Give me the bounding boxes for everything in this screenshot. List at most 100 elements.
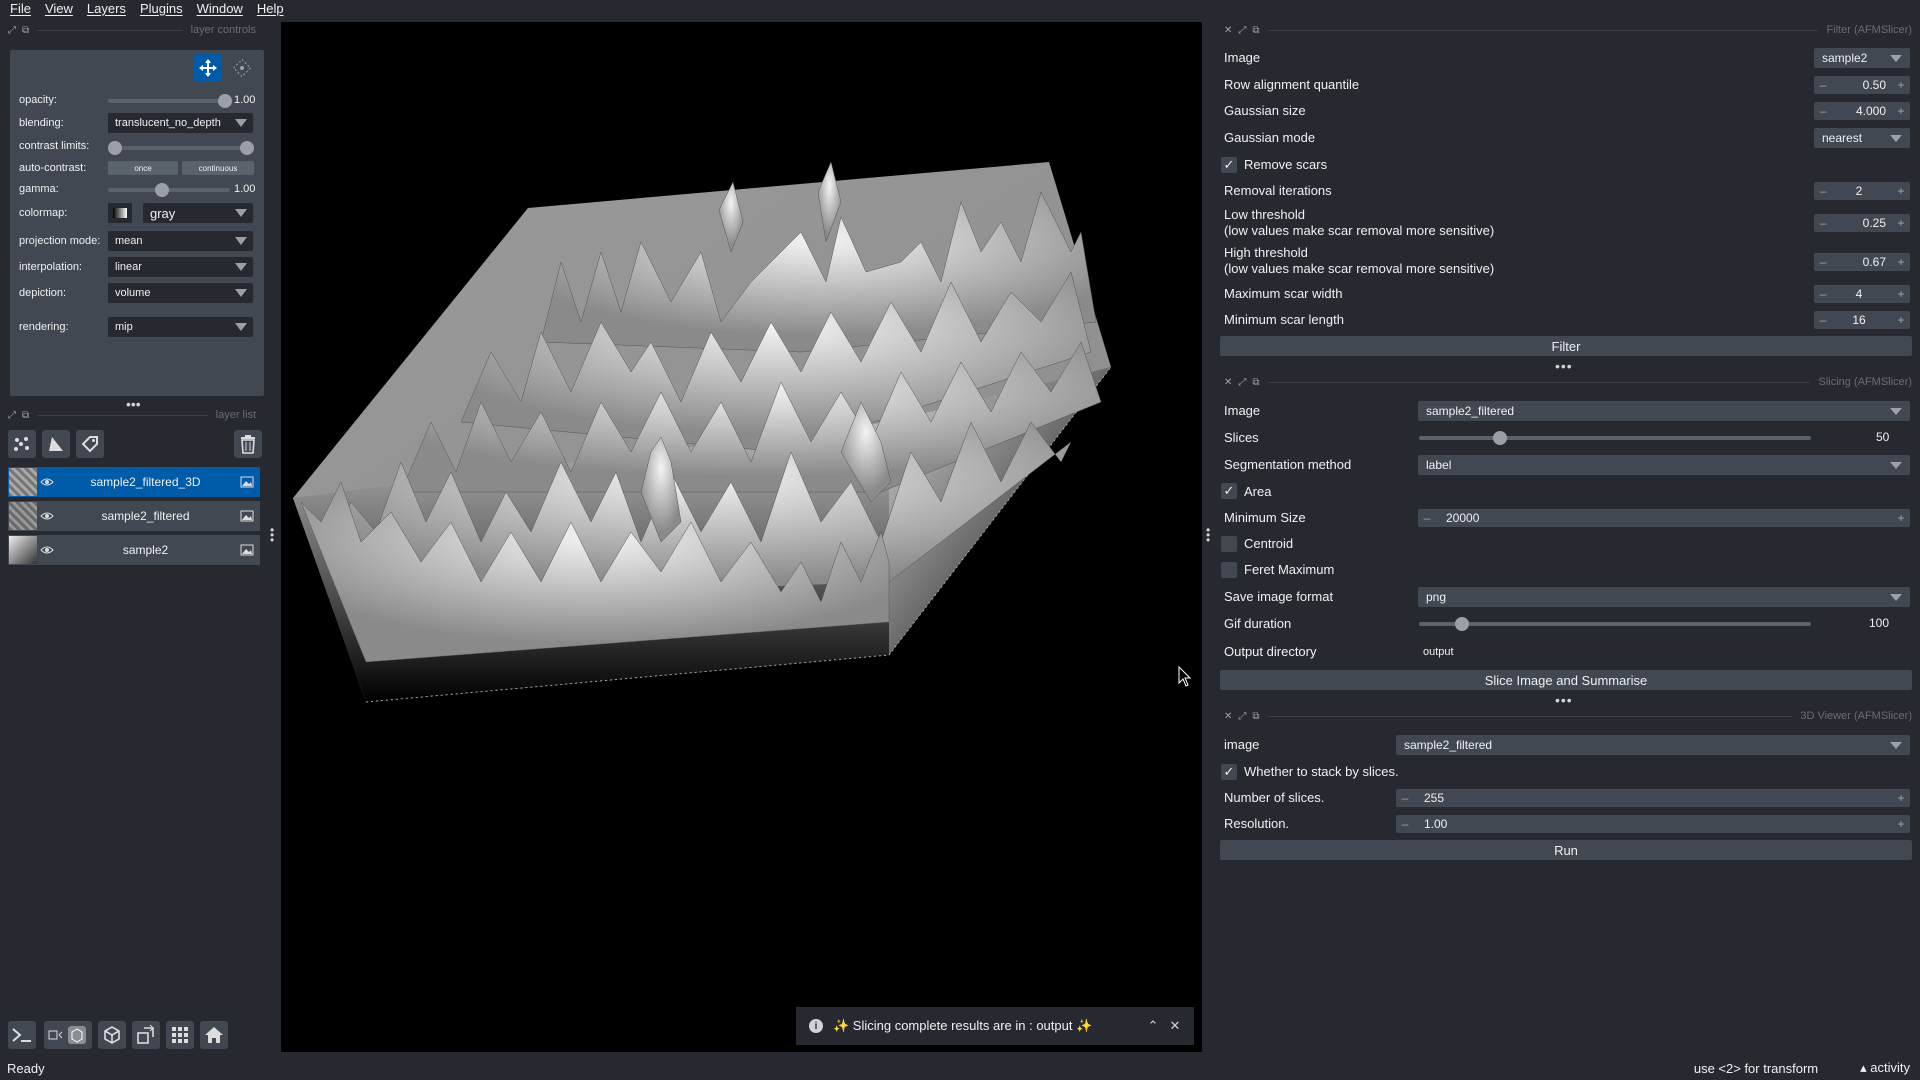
plus-icon[interactable]: + [1892, 313, 1910, 327]
area-checkbox[interactable]: ✓ [1221, 483, 1237, 499]
max-scar-width-value[interactable]: 4 [1832, 287, 1892, 301]
feret-maximum-checkbox[interactable] [1221, 562, 1237, 578]
slices-slider[interactable] [1419, 431, 1811, 445]
removal-iterations-value[interactable]: 2 [1832, 184, 1892, 198]
plus-icon[interactable]: + [1892, 817, 1910, 831]
gaussian-size-value[interactable]: 4.000 [1832, 104, 1892, 118]
minus-icon[interactable]: – [1814, 255, 1832, 269]
projection-mode-select[interactable]: mean [108, 231, 253, 251]
float-icon[interactable]: ⤢ [1238, 711, 1246, 722]
slice-and-summarise-button[interactable]: Slice Image and Summarise [1220, 670, 1912, 690]
run-button[interactable]: Run [1220, 840, 1912, 860]
layer-name[interactable]: sample2_filtered [57, 509, 234, 523]
depiction-select[interactable]: volume [108, 283, 253, 303]
gamma-slider[interactable] [108, 183, 230, 197]
visibility-toggle[interactable] [37, 536, 57, 564]
plus-icon[interactable]: + [1892, 78, 1910, 92]
gaussian-mode-select[interactable]: nearest [1814, 128, 1910, 148]
gif-duration-slider-handle[interactable] [1455, 617, 1469, 631]
minus-icon[interactable]: – [1814, 184, 1832, 198]
plus-icon[interactable]: + [1892, 216, 1910, 230]
plus-icon[interactable]: + [1892, 104, 1910, 118]
opacity-slider[interactable] [108, 94, 232, 108]
contrast-max-handle[interactable] [240, 141, 254, 155]
new-labels-layer-button[interactable] [76, 430, 104, 458]
plus-icon[interactable]: + [1892, 511, 1910, 525]
minus-icon[interactable]: – [1814, 287, 1832, 301]
blending-select[interactable]: translucent_no_depth [108, 113, 253, 133]
reset-view-button[interactable] [200, 1021, 228, 1049]
transform-button[interactable] [228, 54, 256, 82]
auto-contrast-once-button[interactable]: once [108, 161, 178, 175]
minus-icon[interactable]: – [1814, 78, 1832, 92]
minus-icon[interactable]: – [1418, 511, 1436, 525]
menu-file[interactable]: File [10, 1, 31, 16]
segmentation-method-select[interactable]: label [1418, 455, 1910, 475]
new-points-layer-button[interactable] [8, 430, 36, 458]
viewer-image-select[interactable]: sample2_filtered [1396, 735, 1910, 755]
centroid-checkbox[interactable] [1221, 536, 1237, 552]
plus-icon[interactable]: + [1892, 791, 1910, 805]
contrast-limits-slider[interactable] [108, 141, 254, 155]
minus-icon[interactable]: – [1814, 104, 1832, 118]
plus-icon[interactable]: + [1892, 255, 1910, 269]
removal-iterations-spinbox[interactable]: –2 + [1814, 182, 1910, 200]
plus-icon[interactable]: + [1892, 287, 1910, 301]
console-button[interactable] [8, 1021, 36, 1049]
layer-name[interactable]: sample2 [57, 543, 234, 557]
low-threshold-value[interactable]: 0.25 [1832, 216, 1892, 230]
remove-scars-checkbox[interactable]: ✓ [1221, 157, 1237, 173]
float-icon[interactable]: ⤢ [8, 410, 16, 421]
hide-icon[interactable]: ⧉ [1252, 377, 1259, 388]
viewer-canvas[interactable] [281, 22, 1202, 1052]
row-alignment-spinbox[interactable]: –0.50 + [1814, 76, 1910, 94]
right-dock-resize-handle[interactable]: • • • [1206, 524, 1210, 546]
gif-duration-slider[interactable] [1419, 617, 1811, 631]
close-toast-button[interactable]: ✕ [1164, 1018, 1186, 1034]
expand-toast-button[interactable]: ⌃ [1142, 1018, 1164, 1034]
layer-row[interactable]: sample2 [8, 535, 260, 565]
transpose-button[interactable] [132, 1021, 160, 1049]
contrast-min-handle[interactable] [108, 141, 122, 155]
roll-dimensions-button[interactable] [98, 1021, 126, 1049]
float-icon[interactable]: ⤢ [8, 25, 16, 36]
filter-image-select[interactable]: sample2 [1814, 48, 1910, 68]
min-scar-length-spinbox[interactable]: –16 + [1814, 311, 1910, 329]
menu-layers[interactable]: Layers [87, 1, 126, 16]
gamma-slider-handle[interactable] [155, 183, 169, 197]
minus-icon[interactable]: – [1396, 791, 1414, 805]
left-dock-resize-handle[interactable]: • • • [270, 524, 274, 546]
resolution-value[interactable]: 1.00 [1414, 817, 1892, 831]
row-alignment-value[interactable]: 0.50 [1832, 78, 1892, 92]
minus-icon[interactable]: – [1814, 313, 1832, 327]
close-icon[interactable]: ✕ [1224, 25, 1232, 36]
slicing-image-select[interactable]: sample2_filtered [1418, 401, 1910, 421]
float-icon[interactable]: ⤢ [1238, 25, 1246, 36]
high-threshold-value[interactable]: 0.67 [1832, 255, 1892, 269]
ndisplay-toggle-button[interactable] [44, 1021, 92, 1049]
pan-zoom-button[interactable] [194, 54, 222, 82]
menu-help[interactable]: Help [257, 1, 284, 16]
interpolation-select[interactable]: linear [108, 257, 253, 277]
hide-icon[interactable]: ⧉ [1252, 711, 1259, 722]
splitter-handle[interactable]: ••• [1555, 692, 1573, 708]
max-scar-width-spinbox[interactable]: –4 + [1814, 285, 1910, 303]
layer-name[interactable]: sample2_filtered_3D [57, 475, 234, 489]
output-directory-input[interactable]: output [1418, 642, 1910, 662]
slices-slider-handle[interactable] [1493, 431, 1507, 445]
filter-button[interactable]: Filter [1220, 336, 1912, 356]
layer-row[interactable]: sample2_filtered_3D [8, 467, 260, 497]
delete-layer-button[interactable] [234, 430, 262, 458]
close-icon[interactable]: ✕ [1224, 377, 1232, 388]
low-threshold-spinbox[interactable]: –0.25 + [1814, 214, 1910, 232]
hide-icon[interactable]: ⧉ [22, 410, 29, 421]
minus-icon[interactable]: – [1814, 216, 1832, 230]
menu-window[interactable]: Window [197, 1, 243, 16]
high-threshold-spinbox[interactable]: –0.67 + [1814, 253, 1910, 271]
float-icon[interactable]: ⤢ [1238, 377, 1246, 388]
auto-contrast-continuous-button[interactable]: continuous [182, 161, 254, 175]
hide-icon[interactable]: ⧉ [1252, 25, 1259, 36]
plus-icon[interactable]: + [1892, 184, 1910, 198]
minimum-size-value[interactable]: 20000 [1436, 511, 1892, 525]
stack-by-slices-checkbox[interactable]: ✓ [1221, 764, 1237, 780]
